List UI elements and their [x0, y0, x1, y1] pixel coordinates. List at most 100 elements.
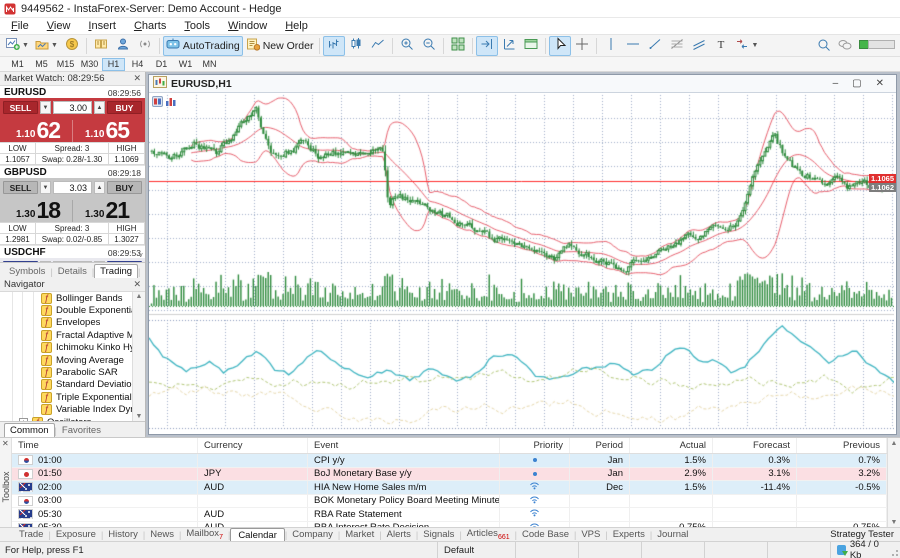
calendar-event-row[interactable]: 01:00CPI y/yJan1.5%0.3%0.7% — [12, 454, 887, 468]
fibonacci-button[interactable] — [666, 36, 688, 56]
menu-help[interactable]: Help — [276, 19, 317, 33]
toolbox-tab-signals[interactable]: Signals — [418, 529, 459, 540]
navigator-item-triple-exponential-m[interactable]: ƒTriple Exponential M — [0, 391, 145, 403]
toolbox-tab-news[interactable]: News — [145, 529, 179, 540]
market-watch-scroll-down-icon[interactable]: ˅ — [138, 251, 143, 260]
scroll-up-icon[interactable]: ▲ — [136, 293, 143, 300]
horizontal-line-button[interactable] — [622, 36, 644, 56]
text-label-button[interactable]: T — [710, 36, 732, 56]
calendar-event-row[interactable]: 05:30AUDRBA Rate Statement — [12, 508, 887, 522]
minimize-icon[interactable]: – — [833, 76, 839, 92]
expand-icon[interactable]: + — [19, 418, 28, 421]
connection-icon[interactable] — [859, 38, 896, 54]
search-icon[interactable] — [817, 38, 831, 55]
strategy-tester-button[interactable] — [520, 36, 542, 56]
toolbox-tab-alerts[interactable]: Alerts — [382, 529, 416, 540]
autotrading-button[interactable]: AutoTrading — [163, 36, 243, 56]
calendar-column-time[interactable]: Time — [12, 438, 198, 453]
auto-scroll-button[interactable] — [476, 36, 498, 56]
menu-tools[interactable]: Tools — [175, 19, 219, 33]
calendar-column-forecast[interactable]: Forecast — [713, 438, 797, 453]
one-click-trading-icon[interactable] — [152, 96, 163, 110]
tab-ticks[interactable]: Ticks — [140, 265, 145, 278]
sell-button[interactable]: SELL — [3, 261, 38, 262]
navigator-item-double-exponential[interactable]: ƒDouble Exponential — [0, 304, 145, 316]
toolbox-tab-company[interactable]: Company — [287, 529, 338, 540]
navigator-item-standard-deviation[interactable]: ƒStandard Deviation — [0, 379, 145, 391]
signals-button[interactable] — [134, 36, 156, 56]
navigator-item-bollinger-bands[interactable]: ƒBollinger Bands — [0, 292, 145, 304]
vertical-line-button[interactable] — [600, 36, 622, 56]
calendar-column-currency[interactable]: Currency — [198, 438, 308, 453]
navigator-item-oscillators[interactable]: +ƒOscillators — [0, 416, 145, 421]
volume-decrease-button[interactable]: ▼ — [40, 181, 51, 194]
menu-charts[interactable]: Charts — [125, 19, 175, 33]
navigator-item-moving-average[interactable]: ƒMoving Average — [0, 354, 145, 366]
volume-input[interactable]: 3.00 — [53, 101, 92, 114]
zoom-in-button[interactable] — [396, 36, 418, 56]
volume-decrease-button[interactable]: ▼ — [40, 261, 51, 262]
ask-price[interactable]: 1.30 21 — [72, 200, 141, 222]
timeframe-mn[interactable]: MN — [198, 58, 221, 71]
arrows-button[interactable]: ▼ — [732, 36, 761, 56]
volume-increase-button[interactable]: ▲ — [94, 181, 105, 194]
tile-windows-button[interactable] — [447, 36, 469, 56]
toolbox-tab-journal[interactable]: Journal — [652, 529, 693, 540]
calendar-scrollbar[interactable]: ▲▼ — [887, 438, 900, 528]
navigator-item-fractal-adaptive-mo[interactable]: ƒFractal Adaptive Mo — [0, 329, 145, 341]
buy-button[interactable]: BUY — [107, 101, 142, 114]
cursor-button[interactable] — [549, 36, 571, 56]
volume-input[interactable]: 3.00 — [53, 261, 92, 262]
bid-price[interactable]: 1.30 18 — [4, 200, 72, 222]
trendline-button[interactable] — [644, 36, 666, 56]
scroll-up-icon[interactable]: ▲ — [891, 440, 898, 447]
timeframe-h4[interactable]: H4 — [126, 58, 149, 71]
community-button[interactable] — [112, 36, 134, 56]
scroll-down-icon[interactable]: ▼ — [891, 519, 898, 526]
timeframe-m1[interactable]: M1 — [6, 58, 29, 71]
toolbox-close-icon[interactable]: ✕ — [2, 440, 9, 448]
news-button[interactable] — [90, 36, 112, 56]
tab-trading[interactable]: Trading — [94, 264, 138, 278]
timeframe-w1[interactable]: W1 — [174, 58, 197, 71]
resize-grip[interactable] — [891, 549, 899, 557]
calendar-column-period[interactable]: Period — [570, 438, 630, 453]
sell-button[interactable]: SELL — [3, 101, 38, 114]
price-chart-canvas[interactable] — [149, 93, 894, 433]
zoom-out-button[interactable] — [418, 36, 440, 56]
volume-increase-button[interactable]: ▲ — [94, 101, 105, 114]
timeframe-d1[interactable]: D1 — [150, 58, 173, 71]
chart-window-titlebar[interactable]: EURUSD,H1 – ▢ ✕ — [149, 75, 896, 93]
calendar-column-priority[interactable]: Priority — [500, 438, 570, 453]
volume-decrease-button[interactable]: ▼ — [40, 101, 51, 114]
toolbox-tab-market[interactable]: Market — [340, 529, 379, 540]
bid-price[interactable]: 1.10 62 — [4, 120, 72, 142]
chart-line-button[interactable] — [367, 36, 389, 56]
chevron-down-icon[interactable]: ▼ — [51, 42, 58, 49]
menu-window[interactable]: Window — [219, 19, 276, 33]
crosshair-button[interactable] — [571, 36, 593, 56]
tab-symbols[interactable]: Symbols — [4, 265, 50, 278]
calendar-event-row[interactable]: 03:00BOK Monetary Policy Board Meeting M… — [12, 495, 887, 509]
buy-button[interactable]: BUY — [107, 261, 142, 262]
calendar-event-row[interactable]: 01:50JPYBoJ Monetary Base y/yJan2.9%3.1%… — [12, 468, 887, 482]
close-icon[interactable]: ✕ — [876, 76, 884, 92]
status-profile[interactable]: Default — [437, 542, 515, 558]
maximize-icon[interactable]: ▢ — [852, 76, 861, 92]
menu-file[interactable]: File — [2, 19, 38, 33]
sell-button[interactable]: SELL — [3, 181, 38, 194]
navigator-close-icon[interactable]: ✕ — [133, 280, 141, 289]
ask-price[interactable]: 1.10 65 — [72, 120, 141, 142]
toolbox-tab-vps[interactable]: VPS — [576, 529, 605, 540]
scroll-down-icon[interactable]: ▼ — [136, 413, 143, 420]
navigator-item-parabolic-sar[interactable]: ƒParabolic SAR — [0, 366, 145, 378]
buy-button[interactable]: BUY — [107, 181, 142, 194]
new-chart-button[interactable]: ▼ — [3, 36, 32, 56]
tab-favorites[interactable]: Favorites — [57, 424, 106, 437]
volume-input[interactable]: 3.03 — [53, 181, 92, 194]
chart-bars-button[interactable] — [323, 36, 345, 56]
timeframe-m30[interactable]: M30 — [78, 58, 101, 71]
calendar-column-actual[interactable]: Actual — [630, 438, 713, 453]
navigator-scrollbar[interactable]: ▲▼ — [132, 292, 145, 421]
toolbox-tab-trade[interactable]: Trade — [14, 529, 48, 540]
